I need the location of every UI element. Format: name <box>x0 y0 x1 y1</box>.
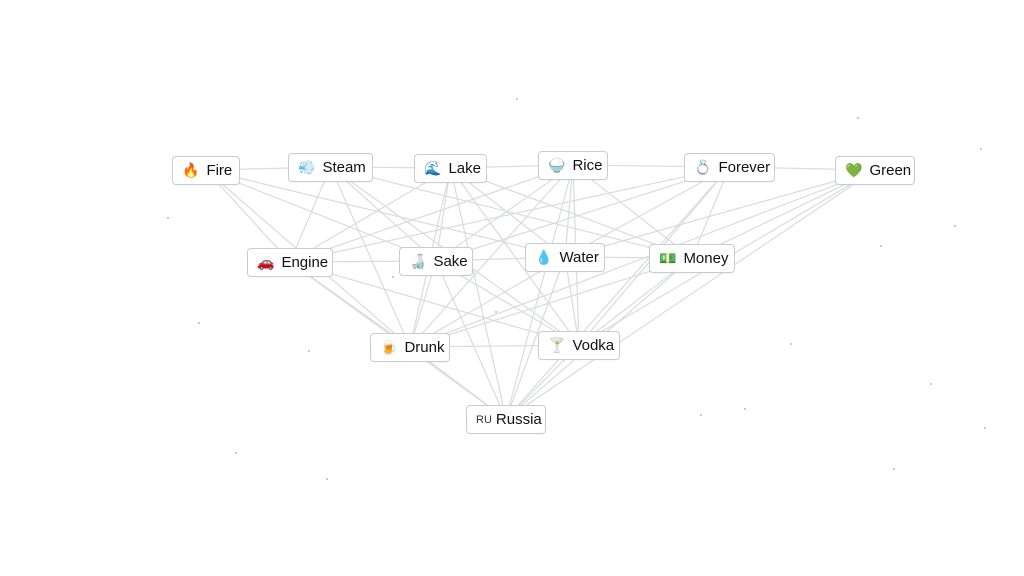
connection-line <box>205 169 566 258</box>
fire-icon: 🔥 <box>182 162 200 178</box>
background-dot <box>984 427 986 429</box>
element-forever[interactable]: 💍 Forever <box>684 153 775 182</box>
background-dot <box>198 322 200 324</box>
droplet-icon: 💧 <box>535 249 553 265</box>
background-dot <box>744 408 746 410</box>
background-dot <box>516 98 518 100</box>
element-vodka[interactable]: 🍸 Vodka <box>538 331 620 360</box>
background-dot <box>326 478 328 480</box>
element-sake[interactable]: 🍶 Sake <box>399 247 473 276</box>
element-label: Fire <box>206 162 233 179</box>
money-icon: 💵 <box>659 250 677 266</box>
element-label: Steam <box>322 159 366 176</box>
element-label: Lake <box>448 160 481 177</box>
element-lake[interactable]: 🌊 Lake <box>414 154 487 183</box>
element-label: Drunk <box>404 339 445 356</box>
element-money[interactable]: 💵 Money <box>649 244 735 273</box>
element-label: Green <box>869 162 912 179</box>
element-rice[interactable]: 🍚 Rice <box>538 151 608 180</box>
background-dot <box>495 311 497 313</box>
element-water[interactable]: 💧 Water <box>525 243 605 272</box>
element-label: Engine <box>281 254 329 271</box>
steam-icon: 💨 <box>298 159 316 175</box>
element-fire[interactable]: 🔥 Fire <box>172 156 240 185</box>
sake-icon: 🍶 <box>409 253 427 269</box>
element-engine[interactable]: 🚗 Engine <box>247 248 333 277</box>
background-dot <box>700 414 702 416</box>
element-label: Rice <box>572 157 603 174</box>
ring-icon: 💍 <box>694 159 712 175</box>
wave-icon: 🌊 <box>424 160 442 176</box>
background-dot <box>235 452 237 454</box>
flag-ru-icon: RU <box>476 413 492 426</box>
background-dot <box>893 468 895 470</box>
element-label: Russia <box>495 411 542 428</box>
element-label: Vodka <box>572 337 615 354</box>
background-dot <box>857 117 859 119</box>
background-dot <box>790 343 792 345</box>
element-drunk[interactable]: 🍺 Drunk <box>370 333 450 362</box>
background-dot <box>954 225 956 227</box>
element-label: Forever <box>718 159 771 176</box>
car-icon: 🚗 <box>257 254 275 270</box>
background-dot <box>930 383 932 385</box>
green-heart-icon: 💚 <box>845 162 863 178</box>
element-label: Money <box>683 250 729 267</box>
background-dot <box>167 217 169 219</box>
element-label: Sake <box>433 253 468 270</box>
background-dot <box>308 350 310 352</box>
background-dot <box>980 148 982 150</box>
background-dot <box>392 276 394 278</box>
element-green[interactable]: 💚 Green <box>835 156 915 185</box>
connection-lines <box>205 164 876 420</box>
element-label: Water <box>559 249 599 266</box>
element-steam[interactable]: 💨 Steam <box>288 153 373 182</box>
rice-bowl-icon: 🍚 <box>548 157 566 173</box>
cocktail-icon: 🍸 <box>548 337 566 353</box>
element-russia[interactable]: RU Russia <box>466 405 546 434</box>
background-dot <box>880 245 882 247</box>
beer-mug-icon: 🍺 <box>380 339 398 355</box>
